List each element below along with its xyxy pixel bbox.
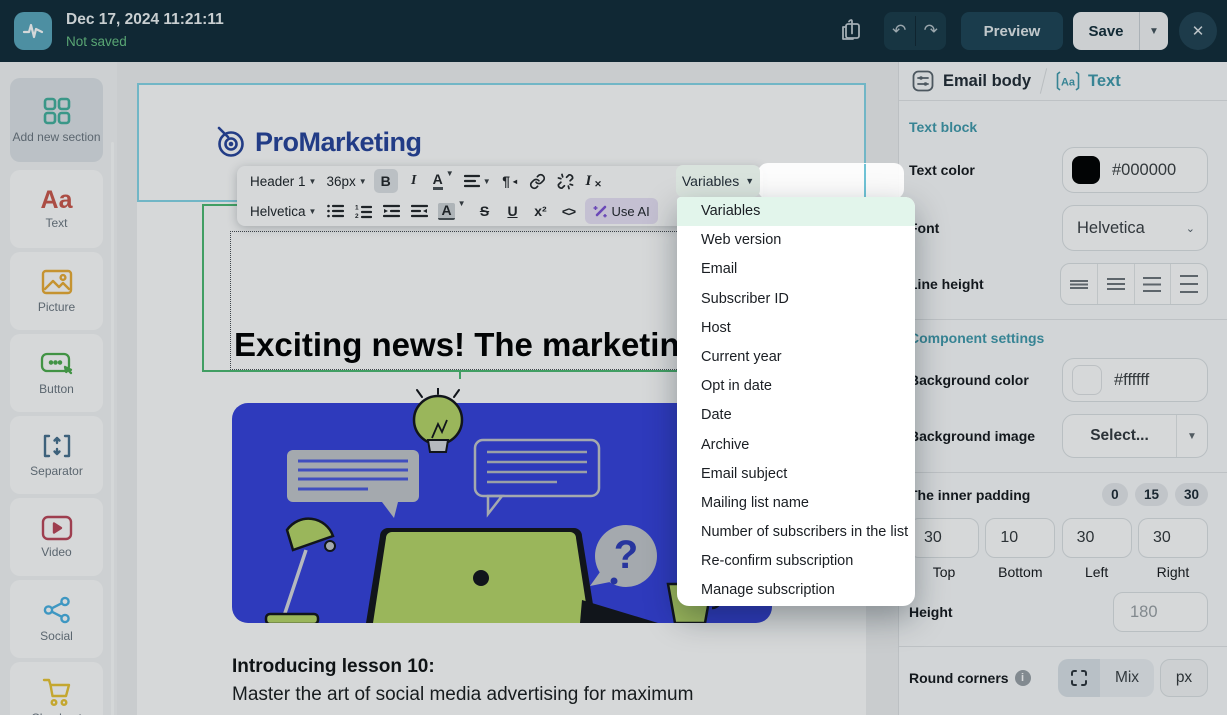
menu-item-manage-subscription[interactable]: Manage subscription bbox=[677, 576, 915, 605]
menu-item-web-version[interactable]: Web version bbox=[677, 226, 915, 255]
menu-item-number-of-subscribers[interactable]: Number of subscribers in the list bbox=[677, 518, 915, 547]
variables-menu: Variables Web version Email Subscriber I… bbox=[677, 197, 915, 606]
menu-item-subscriber-id[interactable]: Subscriber ID bbox=[677, 285, 915, 314]
menu-item-date[interactable]: Date bbox=[677, 401, 915, 430]
modal-dim-overlay[interactable] bbox=[0, 0, 1227, 715]
menu-item-mailing-list-name[interactable]: Mailing list name bbox=[677, 489, 915, 518]
menu-item-reconfirm-subscription[interactable]: Re-confirm subscription bbox=[677, 547, 915, 576]
variables-button-label: Variables bbox=[681, 173, 740, 189]
section-border-peek bbox=[864, 164, 866, 198]
menu-item-current-year[interactable]: Current year bbox=[677, 343, 915, 372]
menu-item-email[interactable]: Email bbox=[677, 255, 915, 284]
email-editor-app: Dec 17, 2024 11:21:11 Not saved ↶ ↷ Prev… bbox=[0, 0, 1227, 715]
menu-item-archive[interactable]: Archive bbox=[677, 431, 915, 460]
menu-item-opt-in-date[interactable]: Opt in date bbox=[677, 372, 915, 401]
chevron-down-icon: ▼ bbox=[745, 176, 755, 186]
menu-item-variables[interactable]: Variables bbox=[677, 197, 915, 227]
menu-item-host[interactable]: Host bbox=[677, 314, 915, 343]
variables-dropdown-button[interactable]: Variables ▼ bbox=[676, 165, 760, 197]
menu-item-email-subject[interactable]: Email subject bbox=[677, 460, 915, 489]
dropdown-glow bbox=[758, 163, 904, 199]
